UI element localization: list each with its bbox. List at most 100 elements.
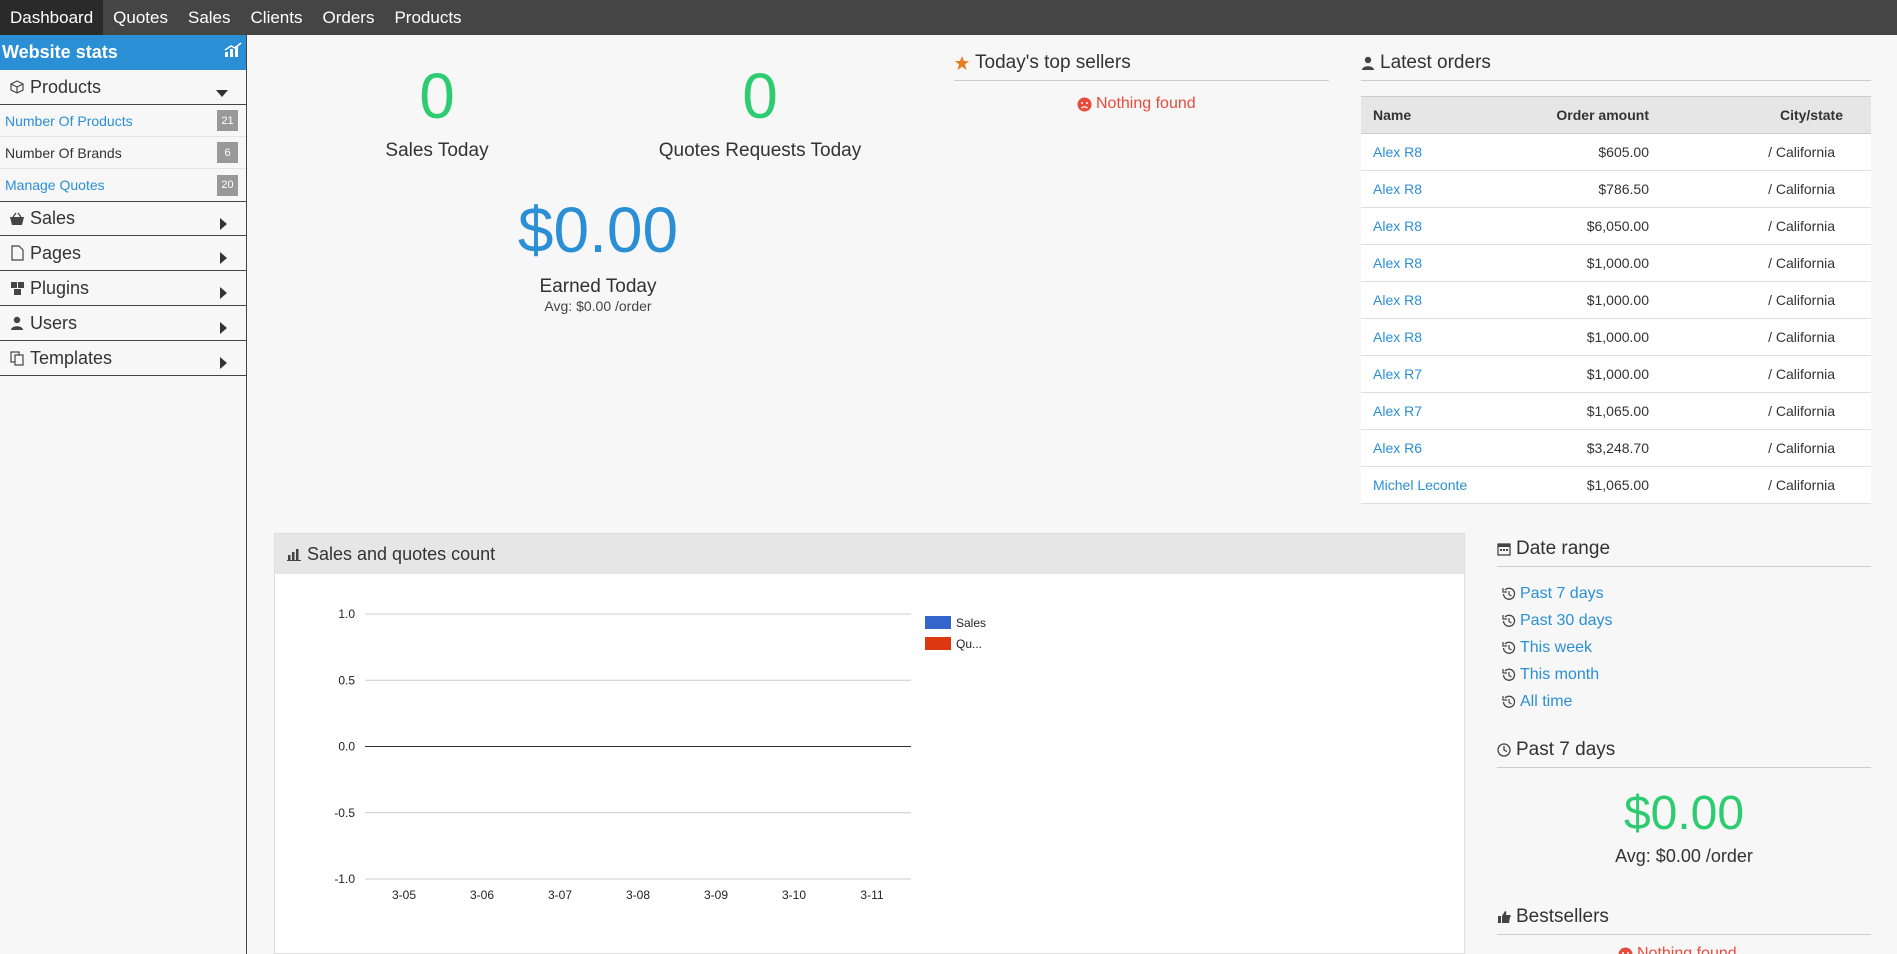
earned-today-value: $0.00 [517, 194, 679, 266]
order-name-link[interactable]: Alex R7 [1361, 392, 1531, 430]
bestsellers-title: Bestsellers [1516, 906, 1609, 927]
earned-today-stat: $0.00 Earned Today Avg: $0.00 /order [478, 198, 718, 314]
nav-products[interactable]: Products [384, 0, 471, 35]
chevron-right-icon [220, 283, 228, 304]
chart-panel-header: Sales and quotes count [275, 534, 1464, 574]
sub-item-number-of-brands[interactable]: Number Of Brands 6 [0, 137, 246, 169]
top-sellers-empty-text: Nothing found [1096, 95, 1196, 112]
nav-orders[interactable]: Orders [312, 0, 384, 35]
column-header-name: Name [1361, 96, 1531, 134]
star-icon [955, 56, 969, 70]
date-range-title: Date range [1516, 538, 1611, 559]
legend-swatch [925, 616, 951, 629]
chevron-down-icon [216, 82, 228, 103]
table-row: Alex R7 $1,000.00/ California [1361, 355, 1871, 393]
chart-panel-title: Sales and quotes count [307, 543, 496, 564]
sidebar-item-users[interactable]: Users [0, 306, 246, 341]
nav-quotes[interactable]: Quotes [103, 0, 178, 35]
sidebar-item-plugins[interactable]: Plugins [0, 271, 246, 306]
order-name-link[interactable]: Alex R7 [1361, 355, 1531, 393]
order-amount: $786.50 [1531, 170, 1661, 208]
past-period-avg: Avg: $0.00 /order [1615, 846, 1753, 866]
order-name-link[interactable]: Alex R6 [1361, 429, 1531, 467]
order-name-link[interactable]: Alex R8 [1361, 244, 1531, 282]
sales-quotes-chart: 1.0 0.5 0.0 -0.5 -1.0 3-05 3-06 3-07 3-08 3-09 3-1… [334, 607, 986, 902]
sidebar-item-sales[interactable]: Sales [0, 201, 246, 236]
order-city: / California [1661, 429, 1871, 467]
x-tick-label: 3-11 [860, 888, 883, 902]
order-amount: $1,065.00 [1531, 392, 1661, 430]
y-tick-label: -0.5 [334, 806, 355, 820]
frown-icon [1077, 97, 1092, 111]
history-icon [1502, 641, 1516, 654]
y-tick-label: 0.0 [338, 740, 355, 754]
range-this-week[interactable]: This week [1502, 634, 1613, 661]
order-amount: $1,000.00 [1531, 244, 1661, 282]
order-amount: $1,065.00 [1531, 466, 1661, 504]
clock-icon [1497, 743, 1511, 757]
sidebar-item-products[interactable]: Products [0, 70, 246, 105]
sub-item-number-of-products[interactable]: Number Of Products 21 [0, 105, 246, 137]
table-row: Michel Leconte $1,065.00/ California [1361, 466, 1871, 504]
range-label: Past 7 days [1520, 584, 1604, 602]
user-icon [8, 314, 26, 332]
x-tick-label: 3-05 [392, 888, 416, 902]
order-amount: $605.00 [1531, 133, 1661, 171]
nav-dashboard[interactable]: Dashboard [0, 0, 104, 35]
order-city: / California [1661, 207, 1871, 245]
chevron-right-icon [220, 248, 228, 269]
page-icon [8, 244, 26, 262]
table-row: Alex R8 $1,000.00/ California [1361, 281, 1871, 319]
order-city: / California [1661, 355, 1871, 393]
range-past-30-days[interactable]: Past 30 days [1502, 607, 1613, 634]
bestsellers-empty: Nothing found [1618, 945, 1737, 954]
bestsellers-heading: Bestsellers [1497, 906, 1871, 935]
range-label: All time [1520, 692, 1573, 710]
past-period-heading: Past 7 days [1497, 739, 1871, 768]
order-name-link[interactable]: Alex R8 [1361, 207, 1531, 245]
sales-today-stat: 0 Sales Today [337, 64, 537, 162]
box-icon [8, 78, 26, 96]
order-name-link[interactable]: Alex R8 [1361, 133, 1531, 171]
earned-today-label: Earned Today [539, 276, 657, 297]
latest-orders-heading: Latest orders [1361, 52, 1871, 81]
order-amount: $1,000.00 [1531, 281, 1661, 319]
history-icon [1502, 695, 1516, 708]
latest-orders-title: Latest orders [1380, 52, 1491, 73]
history-icon [1502, 587, 1516, 600]
x-tick-label: 3-08 [626, 888, 650, 902]
sidebar: Website stats Products Number Of Product… [0, 35, 247, 954]
nav-clients[interactable]: Clients [241, 0, 313, 35]
sub-item-manage-quotes[interactable]: Manage Quotes 20 [0, 169, 246, 201]
range-this-month[interactable]: This month [1502, 661, 1613, 688]
nav-sales[interactable]: Sales [178, 0, 241, 35]
order-amount: $1,000.00 [1531, 318, 1661, 356]
past-period-title: Past 7 days [1516, 739, 1616, 760]
sales-today-label: Sales Today [385, 140, 489, 161]
bestsellers-empty-text: Nothing found [1637, 945, 1737, 954]
range-past-7-days[interactable]: Past 7 days [1502, 580, 1613, 607]
quotes-today-value: 0 [742, 60, 778, 132]
order-name-link[interactable]: Alex R8 [1361, 281, 1531, 319]
sidebar-item-templates[interactable]: Templates [0, 341, 246, 376]
sidebar-item-label: Products [30, 76, 102, 97]
sidebar-header[interactable]: Website stats [0, 35, 246, 70]
count-badge: 21 [217, 110, 238, 131]
order-name-link[interactable]: Alex R8 [1361, 170, 1531, 208]
order-name-link[interactable]: Michel Leconte [1361, 466, 1531, 504]
sub-item-label: Manage Quotes [5, 177, 105, 193]
top-nav: Dashboard Quotes Sales Clients Orders Pr… [0, 0, 1897, 35]
sidebar-item-label: Sales [30, 208, 76, 228]
templates-icon [8, 349, 26, 367]
sidebar-item-pages[interactable]: Pages [0, 236, 246, 271]
range-all-time[interactable]: All time [1502, 688, 1613, 715]
legend-label: Sales [956, 616, 986, 630]
table-row: Alex R8 $1,000.00/ California [1361, 318, 1871, 356]
sidebar-item-label: Plugins [30, 277, 90, 298]
order-amount: $3,248.70 [1531, 429, 1661, 467]
thumbs-up-icon [1498, 911, 1511, 923]
count-badge: 6 [217, 142, 238, 163]
top-sellers-empty: Nothing found [1077, 95, 1196, 113]
order-name-link[interactable]: Alex R8 [1361, 318, 1531, 356]
date-range-heading: Date range [1497, 538, 1871, 567]
